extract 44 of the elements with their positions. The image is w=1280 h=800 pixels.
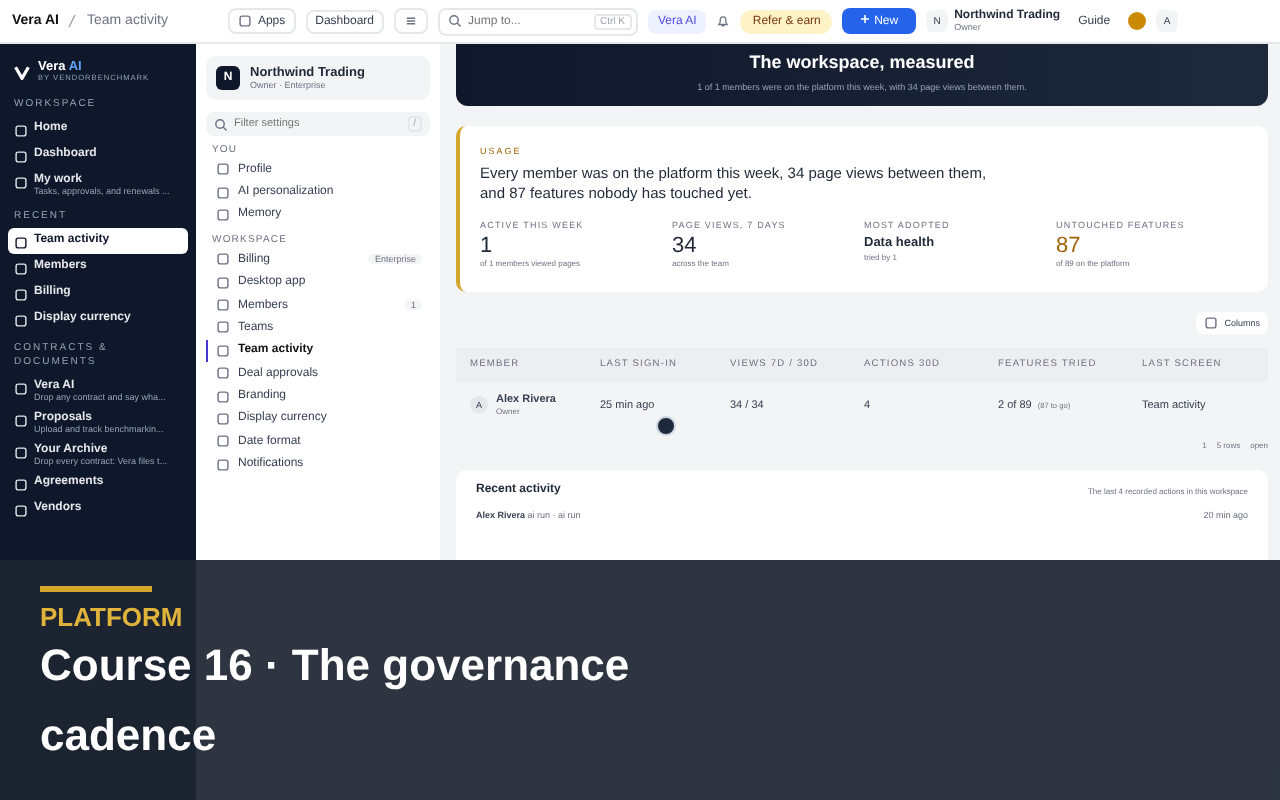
square-icon (14, 123, 28, 137)
slash-icon (68, 14, 77, 28)
square-icon (216, 411, 230, 426)
stat-value: 1 (480, 234, 495, 259)
stat-value: 87 (1056, 234, 1083, 259)
stat-value: 34 (672, 234, 698, 259)
search-icon (214, 117, 228, 131)
square-icon (14, 413, 28, 427)
coin-icon (1128, 12, 1147, 30)
square-icon (216, 434, 230, 449)
square-icon (14, 477, 28, 491)
grid-icon (237, 14, 252, 28)
square-icon (216, 252, 230, 267)
square-icon (216, 185, 230, 200)
square-icon (216, 343, 230, 358)
square-icon (14, 313, 28, 327)
square-icon (216, 275, 230, 290)
square-icon (216, 320, 230, 335)
square-icon (14, 445, 28, 459)
square-icon (216, 162, 230, 177)
square-icon (14, 175, 28, 189)
caption-title: Course 16 · The governance cadence (40, 638, 632, 765)
square-icon (216, 389, 230, 404)
bell-icon[interactable] (716, 14, 731, 28)
accent-bar (40, 586, 152, 592)
columns-icon (1204, 316, 1219, 331)
logo-icon (14, 63, 30, 79)
square-icon (216, 366, 230, 381)
square-icon (14, 381, 28, 395)
menu-button[interactable] (394, 8, 428, 34)
square-icon (216, 207, 230, 222)
square-icon (14, 503, 28, 517)
plus-icon (860, 14, 871, 24)
square-icon (14, 149, 28, 163)
square-icon (216, 298, 230, 313)
square-icon (14, 287, 28, 301)
menu-icon (404, 14, 418, 28)
hero-title: The workspace, measured (747, 52, 977, 72)
square-icon (216, 457, 230, 472)
search-icon (448, 14, 462, 28)
caption-eyebrow: PLATFORM (40, 602, 185, 632)
square-icon (14, 261, 28, 275)
square-icon (14, 235, 28, 249)
cursor-icon (656, 416, 676, 436)
